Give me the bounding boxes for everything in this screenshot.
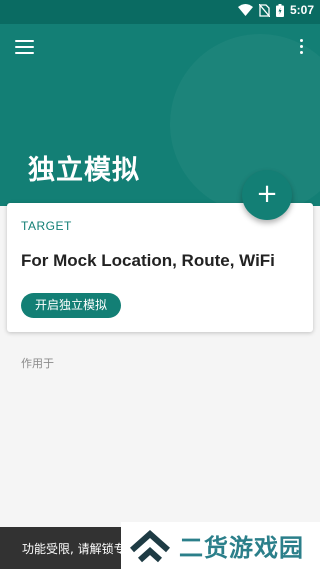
double-chevron-logo-icon — [121, 522, 179, 569]
status-time: 5:07 — [289, 3, 314, 17]
add-fab-button[interactable]: + — [242, 170, 292, 220]
status-icons: 5:07 — [237, 3, 314, 17]
no-sim-icon — [258, 3, 270, 17]
status-bar: 5:07 — [0, 0, 320, 24]
enable-independent-mock-button[interactable]: 开启独立模拟 — [21, 293, 122, 318]
section-label: 作用于 — [21, 357, 54, 370]
watermark-text: 二货游戏园 — [179, 534, 304, 562]
battery-icon — [275, 3, 284, 17]
card-title: For Mock Location, Route, WiFi — [21, 251, 275, 270]
watermark: 二货游戏园 — [121, 522, 320, 569]
wifi-icon — [237, 4, 253, 16]
more-vert-icon[interactable] — [298, 39, 304, 55]
card-kicker: TARGET — [21, 219, 72, 233]
hamburger-menu-icon[interactable] — [15, 40, 34, 54]
snackbar-text: 功能受限, 请解锁专 — [22, 542, 126, 556]
target-card: TARGET For Mock Location, Route, WiFi 开启… — [7, 203, 313, 332]
background-decoration — [170, 34, 320, 206]
page-title: 独立模拟 — [28, 155, 140, 186]
